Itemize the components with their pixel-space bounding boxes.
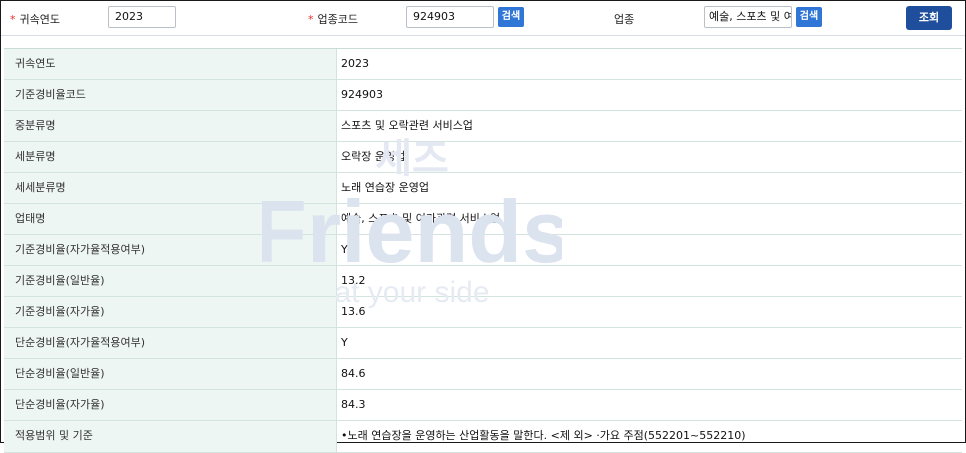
row-label: 기준경비율(일반율) [4,266,337,296]
row-label: 기준경비율(자가율) [4,297,337,327]
row-value: Y [341,243,348,256]
row-value: •노래 연습장을 운영하는 산업활동을 말한다. <제 외> ·가요 주점(55… [341,429,746,442]
table-row: 기준경비율(자가율) 13.6 [4,297,962,328]
detail-table: 귀속연도 2023 기준경비율코드 924903 중분류명 스포츠 및 오락관련 서비스업… [4,48,962,453]
row-value: 예술, 스포츠 및 여가관련 서비스업 [341,212,501,225]
row-label: 단순경비율(일반율) [4,359,337,389]
row-label: 단순경비율(자가율적용여부) [4,328,337,358]
table-row: 기준경비율코드 924903 [4,80,962,111]
year-input[interactable]: 2023 [108,6,176,28]
table-row: 적용범위 및 기준 •노래 연습장을 운영하는 산업활동을 말한다. <제 외> … [4,421,962,453]
row-value: 13.2 [341,274,366,287]
table-row: 단순경비율(자가율) 84.3 [4,390,962,421]
code-search-button[interactable]: 검색 [498,7,524,27]
required-mark: * [308,13,314,26]
row-label: 세분류명 [4,142,337,172]
table-row: 중분류명 스포츠 및 오락관련 서비스업 [4,111,962,142]
row-value: 오락장 운영업 [341,150,406,163]
row-label: 기준경비율(자가율적용여부) [4,235,337,265]
industry-search-button[interactable]: 검색 [796,7,822,27]
row-value: 924903 [341,88,383,101]
row-value: 84.6 [341,367,366,380]
row-label: 적용범위 및 기준 [4,421,337,452]
row-value: 스포츠 및 오락관련 서비스업 [341,119,473,132]
industry-label: 업종 [614,13,635,26]
query-button[interactable]: 조회 [906,6,952,30]
row-label: 업태명 [4,204,337,234]
industry-input[interactable]: 예술, 스포츠 및 여 [704,6,792,28]
table-row: 귀속연도 2023 [4,49,962,80]
table-row: 세세분류명 노래 연습장 운영업 [4,173,962,204]
code-input[interactable]: 924903 [406,6,494,28]
row-label: 중분류명 [4,111,337,141]
row-label: 귀속연도 [4,49,337,79]
required-mark: * [10,13,16,26]
table-row: 기준경비율(자가율적용여부) Y [4,235,962,266]
row-label: 단순경비율(자가율) [4,390,337,420]
table-row: 단순경비율(일반율) 84.6 [4,359,962,390]
row-value: 84.3 [341,398,366,411]
table-row: 세분류명 오락장 운영업 [4,142,962,173]
table-row: 기준경비율(일반율) 13.2 [4,266,962,297]
row-label: 세세분류명 [4,173,337,203]
search-bar: * 귀속연도 2023 * 업종코드 924903 검색 업종 예술, 스포츠 및 … [1,1,965,36]
row-label: 기준경비율코드 [4,80,337,110]
row-value: 노래 연습장 운영업 [341,181,429,194]
code-label: * 업종코드 [308,13,358,26]
row-value: Y [341,336,348,349]
row-value: 2023 [341,57,369,70]
table-row: 단순경비율(자가율적용여부) Y [4,328,962,359]
table-row: 업태명 예술, 스포츠 및 여가관련 서비스업 [4,204,962,235]
year-label: * 귀속연도 [10,13,60,26]
row-value: 13.6 [341,305,366,318]
